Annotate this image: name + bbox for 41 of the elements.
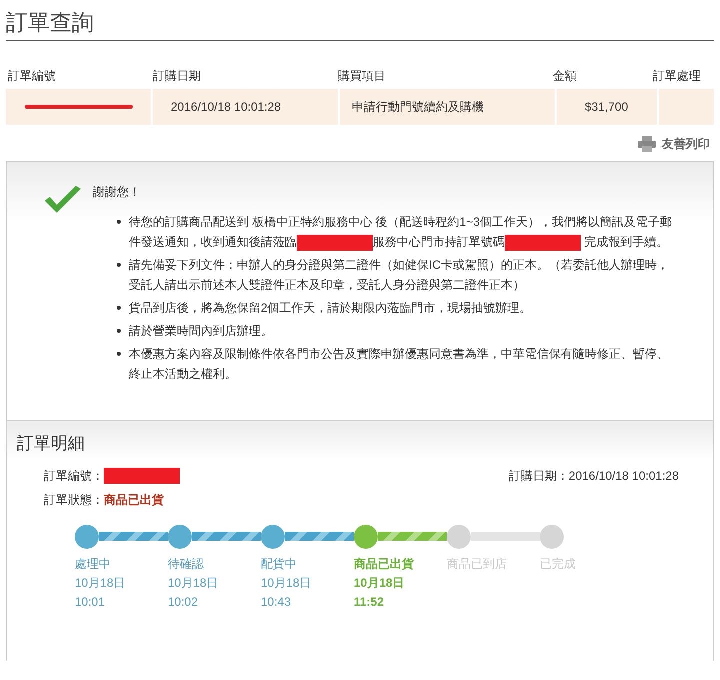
- column-header: 訂購日期: [152, 68, 202, 85]
- table-cell: 申請行動門號續約及購機: [340, 89, 555, 125]
- step-date: 10月18日: [75, 574, 126, 592]
- step-label: 待確認: [168, 556, 204, 572]
- step-time: 11:52: [354, 594, 384, 610]
- bullet-icon: [117, 329, 121, 333]
- notice-text: 本優惠方案內容及限制條件依各門市公告及實際申辦優惠同意書為準，中華電信保有隨時修正、暫停、終止本活動之權利。: [129, 346, 670, 383]
- bullet-icon: [117, 352, 121, 356]
- column-header: 訂單處理: [652, 68, 702, 85]
- notice-text: 待您的訂購商品配送到 板橋中正特約服務中心 後（配送時程約1~3個工作天），我們將以簡訊及電子郵件發送通知，收到通知後請蒞臨 服務中心門市持訂單號碼 完成報到手續。: [129, 214, 674, 252]
- step-date: 10月18日: [261, 574, 312, 592]
- order-status-label: 訂單狀態：: [44, 492, 104, 508]
- notice-text: 請於營業時間內到店辦理。: [129, 323, 273, 340]
- notice-text: 貨品到店後，將為您保留2個工作天，請於期限內蒞臨門市，現場抽號辦理。: [129, 300, 532, 317]
- step-label: 配貨中: [261, 556, 297, 572]
- order-number-label: 訂單編號：: [44, 468, 104, 484]
- detail-title: 訂單明細: [16, 433, 86, 455]
- checkmark-icon: [43, 186, 83, 216]
- step-time: 10:01: [75, 594, 106, 610]
- print-link[interactable]: 友善列印: [638, 135, 710, 153]
- notice-text: 請先備妥下列文件：申辦人的身分證與第二證件（如健保IC卡或駕照）的正本。（若委託他人辦理時，受託人請出示前述本人雙證件正本及印章，受託人身分證與第二證件正本）: [129, 257, 670, 294]
- column-header: 購買項目: [337, 68, 387, 85]
- step-date: 10月18日: [168, 574, 219, 592]
- bullet-icon: [117, 263, 121, 267]
- bullet-icon: [117, 306, 121, 310]
- table-cell: 2016/10/18 10:01:28: [153, 89, 338, 125]
- step-date: 10月18日: [354, 574, 405, 592]
- page-title: 訂單查詢: [6, 9, 95, 37]
- table-cell: [659, 89, 714, 125]
- table-cell: $31,700: [557, 89, 657, 125]
- column-header: 訂單編號: [7, 68, 57, 85]
- order-status: 商品已出貨: [104, 492, 164, 508]
- thank-you-heading: 謝謝您！: [93, 184, 142, 201]
- order-date: 訂購日期：2016/10/18 10:01:28: [508, 468, 679, 484]
- column-header: 金額: [552, 68, 578, 85]
- printer-icon: [638, 136, 656, 152]
- step-label: 處理中: [75, 556, 111, 572]
- step-label: 商品已出貨: [354, 556, 414, 572]
- bullet-icon: [117, 220, 121, 224]
- step-time: 10:43: [261, 594, 292, 610]
- step-time: 10:02: [168, 594, 198, 610]
